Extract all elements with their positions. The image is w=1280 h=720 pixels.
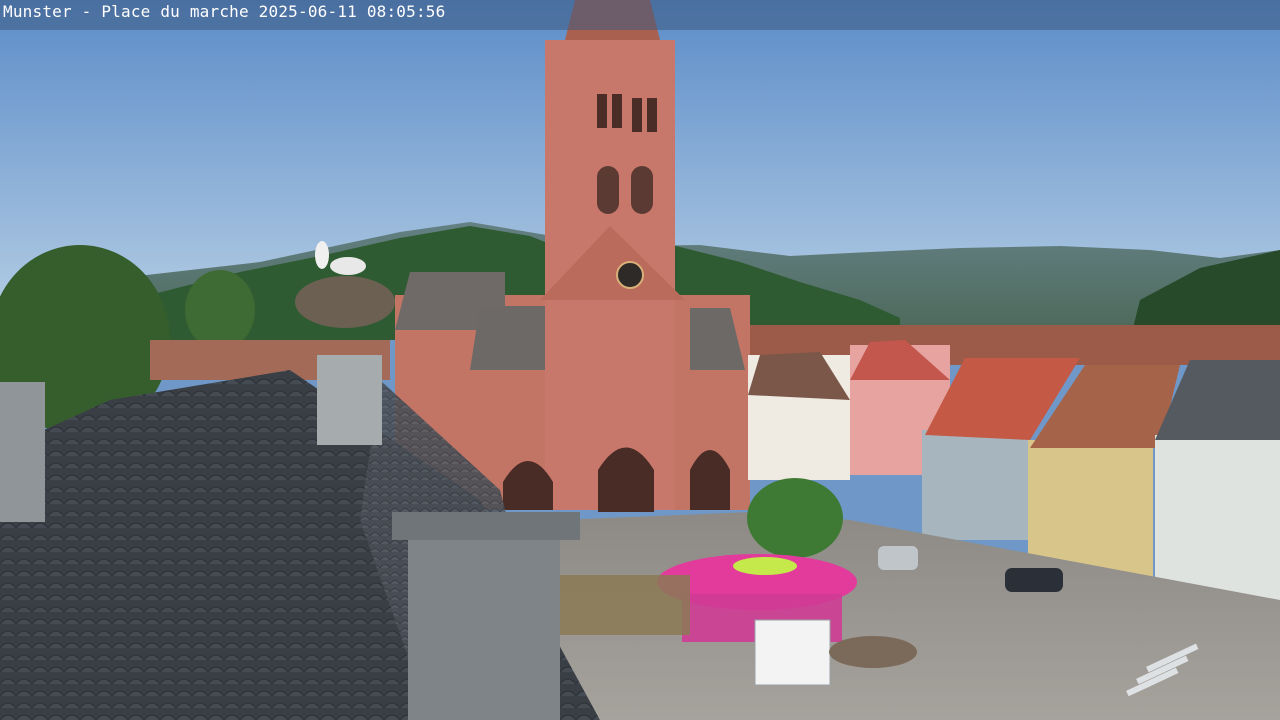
- kiosk-cart: [754, 619, 831, 686]
- kiosk-roof-top: [733, 557, 797, 575]
- tower-belfry-right: [631, 166, 653, 214]
- church-clock: [616, 261, 644, 289]
- chimney-left: [0, 382, 45, 522]
- car-silver: [878, 546, 918, 570]
- square-tree: [747, 478, 843, 558]
- chimney-front: [408, 528, 560, 720]
- grey-house: [922, 430, 1030, 540]
- tower-window-1: [597, 94, 607, 128]
- stork-nest: [295, 276, 395, 328]
- webcam-caption-bar: Munster - Place du marche 2025-06-11 08:…: [0, 0, 1280, 30]
- fountain: [829, 636, 917, 668]
- tower-window-3: [632, 98, 642, 132]
- webcam-caption: Munster - Place du marche 2025-06-11 08:…: [3, 2, 446, 21]
- car-dark: [1005, 568, 1063, 592]
- moss-roof: [560, 575, 690, 635]
- tower-belfry-left: [597, 166, 619, 214]
- tower-window-4: [647, 98, 657, 132]
- chimney-front-cap: [392, 512, 580, 540]
- tower-window-2: [612, 94, 622, 128]
- webcam-scene: [0, 0, 1280, 720]
- tree-left-2: [185, 270, 255, 350]
- chimney-stork: [317, 355, 382, 445]
